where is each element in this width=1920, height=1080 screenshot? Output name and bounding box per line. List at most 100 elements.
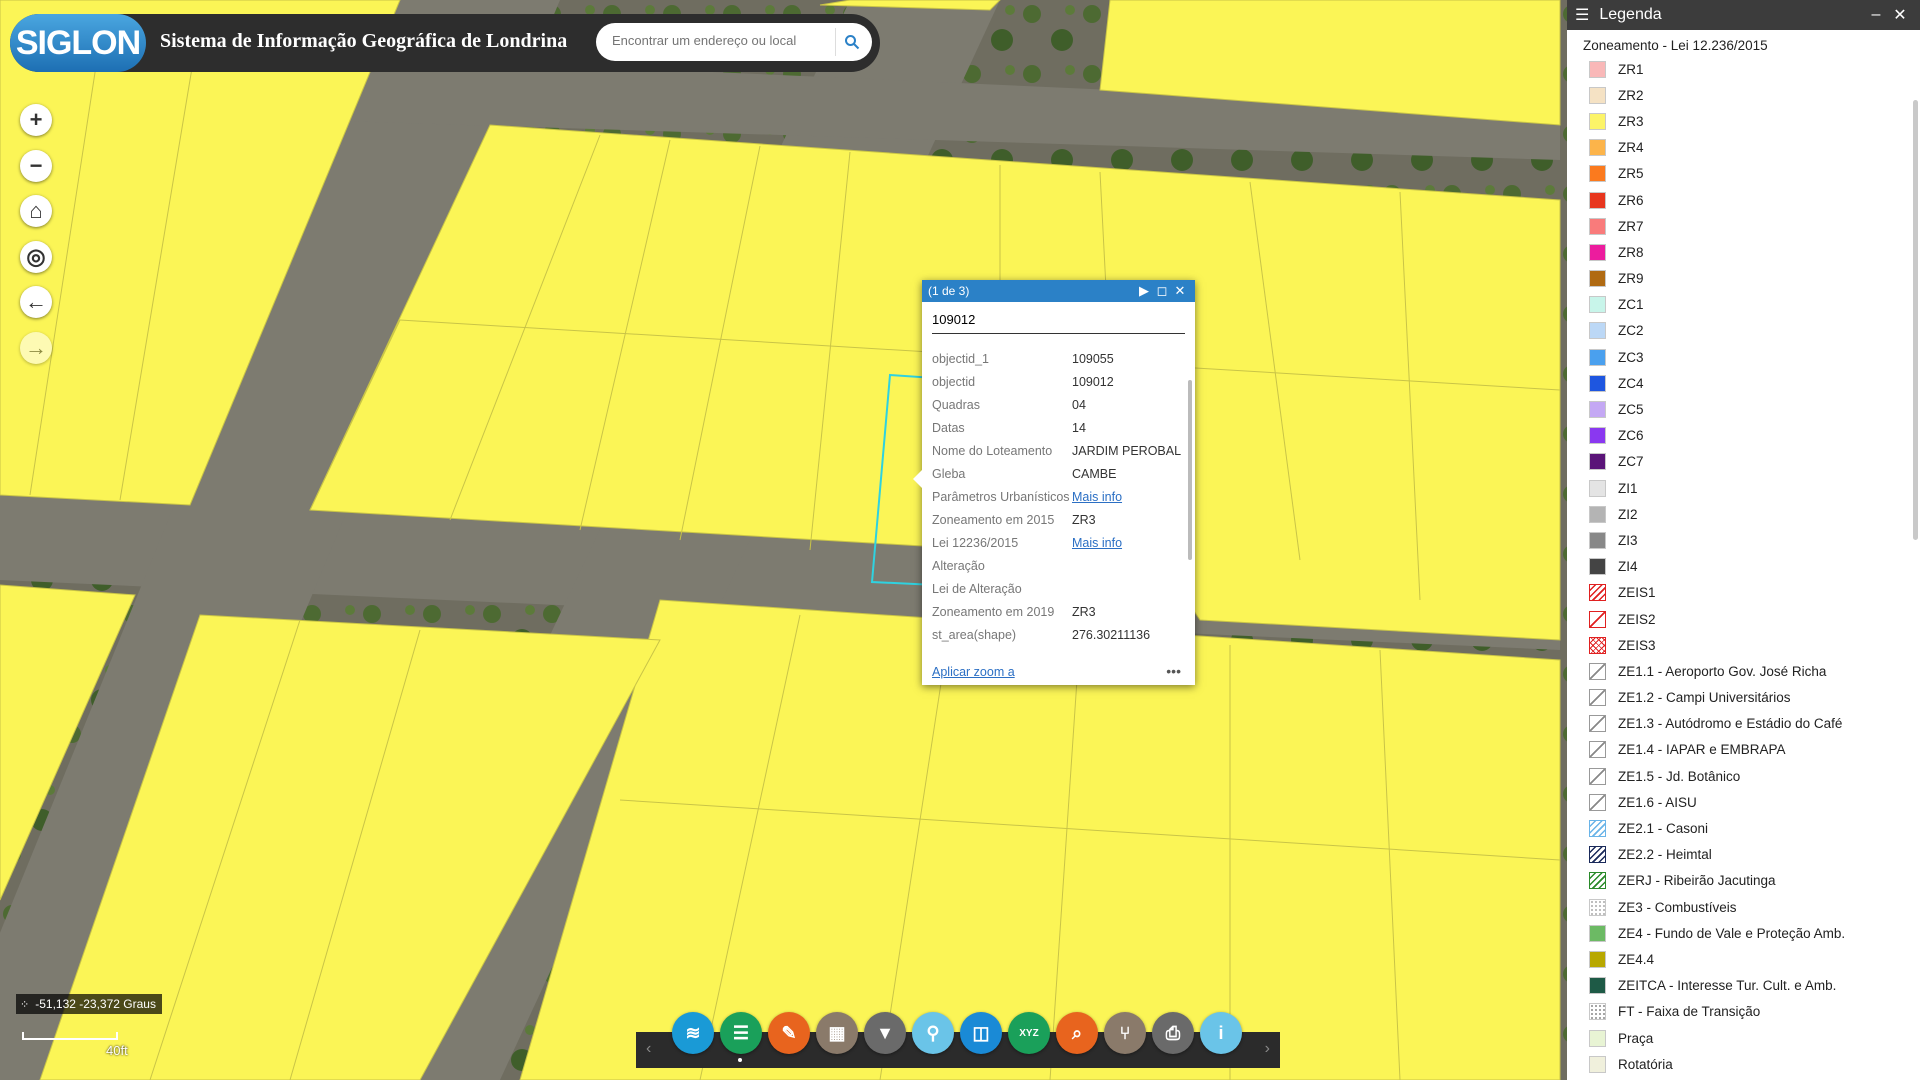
more-info-link[interactable]: Mais info: [1072, 536, 1122, 550]
legend-label: ZEIS3: [1618, 637, 1656, 653]
legend-item: ZR9: [1589, 266, 1909, 292]
forward-button[interactable]: →: [20, 331, 52, 364]
siglon-logo[interactable]: SIGLON: [10, 14, 146, 72]
zoom-to-link[interactable]: Aplicar zoom a: [932, 665, 1015, 679]
search-box: [596, 23, 872, 61]
legend-swatch: [1589, 453, 1606, 471]
legend-label: ZEIS1: [1618, 585, 1656, 601]
legend-swatch: [1589, 636, 1606, 654]
legend-swatch: [1589, 898, 1606, 916]
toolbar-next-icon[interactable]: ›: [1265, 1040, 1270, 1058]
legend-item: ZR1: [1589, 56, 1909, 82]
attribute-row: Quadras 04: [932, 398, 1185, 413]
info-icon: i: [1218, 1022, 1224, 1043]
xyz-icon: XYZ: [1019, 1027, 1039, 1039]
attribute-row: Zoneamento em 2015 ZR3: [932, 513, 1185, 528]
zoom-out-button[interactable]: −: [20, 149, 52, 182]
legend-item: FT - Faixa de Transição: [1589, 999, 1909, 1025]
popup-scrollbar[interactable]: [1188, 380, 1192, 560]
measure-tool-button[interactable]: ◫: [960, 1012, 1002, 1054]
legend-swatch: [1589, 270, 1606, 288]
draw-tool-button[interactable]: ✎: [768, 1012, 810, 1054]
basemap-tool-button[interactable]: ▦: [816, 1012, 858, 1054]
legend-label: ZE1.2 - Campi Universitários: [1618, 690, 1791, 706]
legend-swatch: [1589, 217, 1606, 235]
maximize-icon[interactable]: ◻: [1153, 283, 1171, 299]
attribute-key: Lei de Alteração: [932, 582, 1022, 596]
legend-item: ZC4: [1589, 370, 1909, 396]
attribute-key: Zoneamento em 2019: [932, 605, 1055, 619]
legend-item: ZR6: [1589, 187, 1909, 213]
zoom-in-icon: +: [29, 107, 43, 132]
info-tool-button[interactable]: i: [1200, 1012, 1242, 1054]
legend-label: ZE1.1 - Aeroporto Gov. José Richa: [1618, 663, 1827, 679]
more-info-link[interactable]: Mais info: [1072, 490, 1122, 504]
legend-item: ZE2.2 - Heimtal: [1589, 842, 1909, 868]
query-tool-button[interactable]: ⌕: [1056, 1012, 1098, 1054]
next-feature-icon[interactable]: ▶: [1135, 283, 1153, 299]
legend-label: ZR4: [1618, 140, 1644, 156]
legend-swatch: [1589, 741, 1606, 759]
minimize-icon[interactable]: –: [1864, 6, 1888, 24]
legend-label: ZEIS2: [1618, 611, 1656, 627]
legend-swatch: [1589, 348, 1606, 366]
legend-label: ZE2.2 - Heimtal: [1618, 847, 1712, 863]
attribute-row: Lei de Alteração: [932, 582, 1185, 597]
filter-tool-button[interactable]: ▼: [864, 1012, 906, 1054]
legend-swatch: [1589, 531, 1606, 549]
xyz-tool-button[interactable]: XYZ: [1008, 1012, 1050, 1054]
layers-tool-button[interactable]: ≋: [672, 1012, 714, 1054]
toolbar-prev-icon[interactable]: ‹: [646, 1040, 651, 1058]
legend-item: ZR2: [1589, 82, 1909, 108]
share-tool-button[interactable]: ⑂: [1104, 1012, 1146, 1054]
attribute-key: objectid_1: [932, 352, 989, 366]
close-legend-icon[interactable]: ✕: [1888, 5, 1912, 25]
app-header: SIGLON Sistema de Informação Geográfica …: [10, 14, 880, 72]
legend-swatch: [1589, 243, 1606, 261]
home-button[interactable]: ⌂: [20, 195, 52, 227]
legend-label: ZR2: [1618, 87, 1644, 103]
crosshair-icon[interactable]: ⁘: [20, 998, 29, 1011]
popup-attributes[interactable]: objectid_1 109055 objectid 109012 Quadras 04 D…: [932, 344, 1185, 657]
scale-bar: [22, 1032, 118, 1040]
attribute-value: 14: [1072, 421, 1086, 435]
legend-label: Rotatória: [1618, 1056, 1673, 1072]
legend-item: ZR5: [1589, 161, 1909, 187]
legend-item: ZE1.4 - IAPAR e EMBRAPA: [1589, 737, 1909, 763]
attribute-value: 109055: [1072, 352, 1114, 366]
attribute-key: Gleba: [932, 467, 966, 481]
print-tool-button[interactable]: ⎙: [1152, 1012, 1194, 1054]
attribute-value: Mais info: [1072, 536, 1185, 551]
legend-swatch: [1589, 846, 1606, 864]
close-icon[interactable]: ✕: [1171, 283, 1189, 299]
search-button[interactable]: [835, 28, 868, 56]
legend-swatch: [1589, 296, 1606, 314]
legend-swatch: [1589, 977, 1606, 995]
search-input[interactable]: [610, 32, 824, 49]
legend-label: ZC2: [1618, 323, 1644, 339]
feature-popup: (1 de 3) ▶ ◻ ✕ 109012 objectid_1 109055 ob…: [913, 280, 1195, 685]
search-icon: [845, 35, 860, 50]
more-options-icon[interactable]: •••: [1166, 663, 1181, 679]
grid-icon: ▦: [828, 1022, 846, 1043]
locate-button[interactable]: ◎: [20, 240, 52, 273]
legend-tool-button[interactable]: ☰: [720, 1012, 762, 1054]
legend-label: ZR7: [1618, 218, 1644, 234]
locate-tool-button[interactable]: ⚲: [912, 1012, 954, 1054]
legend-label: ZC7: [1618, 454, 1644, 470]
zoom-in-button[interactable]: +: [20, 104, 52, 136]
back-button[interactable]: ←: [20, 286, 52, 318]
legend-header: ☰ Legenda – ✕: [1567, 0, 1920, 30]
legend-item: Praça: [1589, 1025, 1909, 1051]
zoom-out-icon: −: [29, 152, 43, 178]
legend-item: ZI3: [1589, 527, 1909, 553]
app-title: Sistema de Informação Geográfica de Lond…: [160, 30, 568, 52]
forward-icon: →: [25, 334, 47, 360]
legend-swatch: [1589, 60, 1606, 78]
attribute-value: ZR3: [1072, 513, 1096, 527]
legend-swatch: [1589, 139, 1606, 157]
filter-icon: ▼: [876, 1022, 894, 1043]
attribute-value: Mais info: [1072, 490, 1185, 505]
legend-scrollbar[interactable]: [1913, 100, 1918, 540]
legend-item: ZC2: [1589, 318, 1909, 344]
